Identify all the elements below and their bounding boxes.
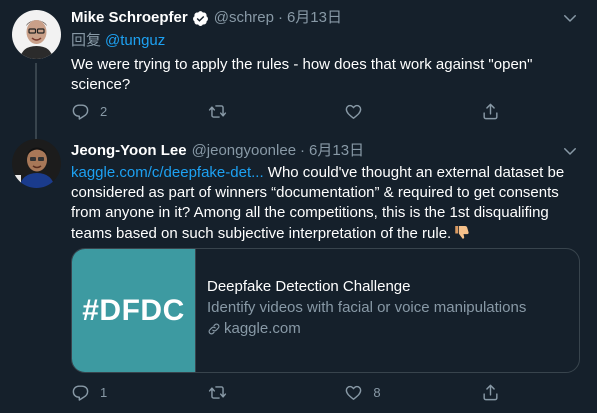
tweet-thread: Mike Schroepfer @schrep · 6月13日 回复 @tungu… — [0, 0, 597, 413]
avatar[interactable] — [12, 139, 61, 188]
reply-button[interactable]: 1 — [71, 383, 208, 402]
separator-dot: · — [300, 142, 306, 159]
tweet-date[interactable]: 6月13日 — [309, 141, 364, 161]
heart-icon — [346, 104, 362, 119]
tweet-header: Jeong-Yoon Lee @jeongyoonlee · 6月13日 — [71, 141, 364, 161]
reply-to-mention[interactable]: @tunguz — [105, 32, 165, 49]
retweet-button[interactable] — [208, 383, 345, 402]
chevron-down-icon[interactable] — [561, 142, 579, 160]
retweet-icon — [208, 104, 226, 118]
card-content: Deepfake Detection Challenge Identify vi… — [196, 249, 526, 372]
author-name[interactable]: Jeong-Yoon Lee — [71, 141, 187, 161]
thumbs-down-icon — [453, 223, 471, 247]
card-title: Deepfake Detection Challenge — [207, 278, 411, 295]
avatar-image — [12, 10, 61, 59]
tweet[interactable]: Jeong-Yoon Lee @jeongyoonlee · 6月13日 kag… — [0, 133, 597, 413]
retweet-icon — [208, 385, 226, 399]
tweet-link[interactable]: kaggle.com/c/deepfake-det... — [71, 164, 264, 181]
reply-icon — [72, 103, 89, 120]
tweet-text: We were trying to apply the rules - how … — [71, 56, 533, 93]
tweet-actions: 1 8 — [71, 381, 501, 403]
reply-icon — [72, 384, 89, 401]
link-icon — [208, 323, 220, 334]
share-button[interactable] — [481, 383, 501, 402]
chevron-down-icon[interactable] — [561, 9, 579, 27]
separator-dot: · — [277, 9, 283, 26]
tweet-text-container: kaggle.com/c/deepfake-det... Who could'v… — [71, 163, 581, 247]
heart-icon — [346, 385, 362, 400]
reply-prefix: 回复 — [71, 32, 102, 49]
verified-badge-icon — [192, 10, 208, 26]
author-name[interactable]: Mike Schroepfer — [71, 8, 188, 28]
card-image: #DFDC — [72, 249, 196, 372]
card-domain-row: kaggle.com — [207, 318, 526, 339]
share-button[interactable] — [481, 102, 501, 121]
share-icon — [483, 103, 498, 119]
like-button[interactable]: 8 — [344, 383, 481, 402]
card-domain: kaggle.com — [224, 320, 301, 337]
tweet[interactable]: Mike Schroepfer @schrep · 6月13日 回复 @tungu… — [0, 0, 597, 148]
reply-count: 1 — [100, 384, 108, 400]
tweet-actions: 2 — [71, 100, 501, 122]
avatar-image — [12, 139, 61, 188]
author-handle[interactable]: @schrep — [214, 8, 274, 28]
like-button[interactable] — [344, 102, 481, 121]
card-description: Identify videos with facial or voice man… — [207, 299, 527, 316]
avatar[interactable] — [12, 10, 61, 59]
tweet-date[interactable]: 6月13日 — [287, 8, 342, 28]
reply-count: 2 — [100, 103, 108, 119]
reply-context: 回复 @tunguz — [71, 32, 165, 50]
link-preview-card[interactable]: #DFDC Deepfake Detection Challenge Ident… — [71, 248, 580, 373]
reply-button[interactable]: 2 — [71, 102, 208, 121]
share-icon — [483, 384, 498, 400]
like-count: 8 — [373, 384, 381, 400]
author-handle[interactable]: @jeongyoonlee — [192, 141, 296, 161]
retweet-button[interactable] — [208, 102, 345, 121]
tweet-header: Mike Schroepfer @schrep · 6月13日 — [71, 8, 342, 28]
